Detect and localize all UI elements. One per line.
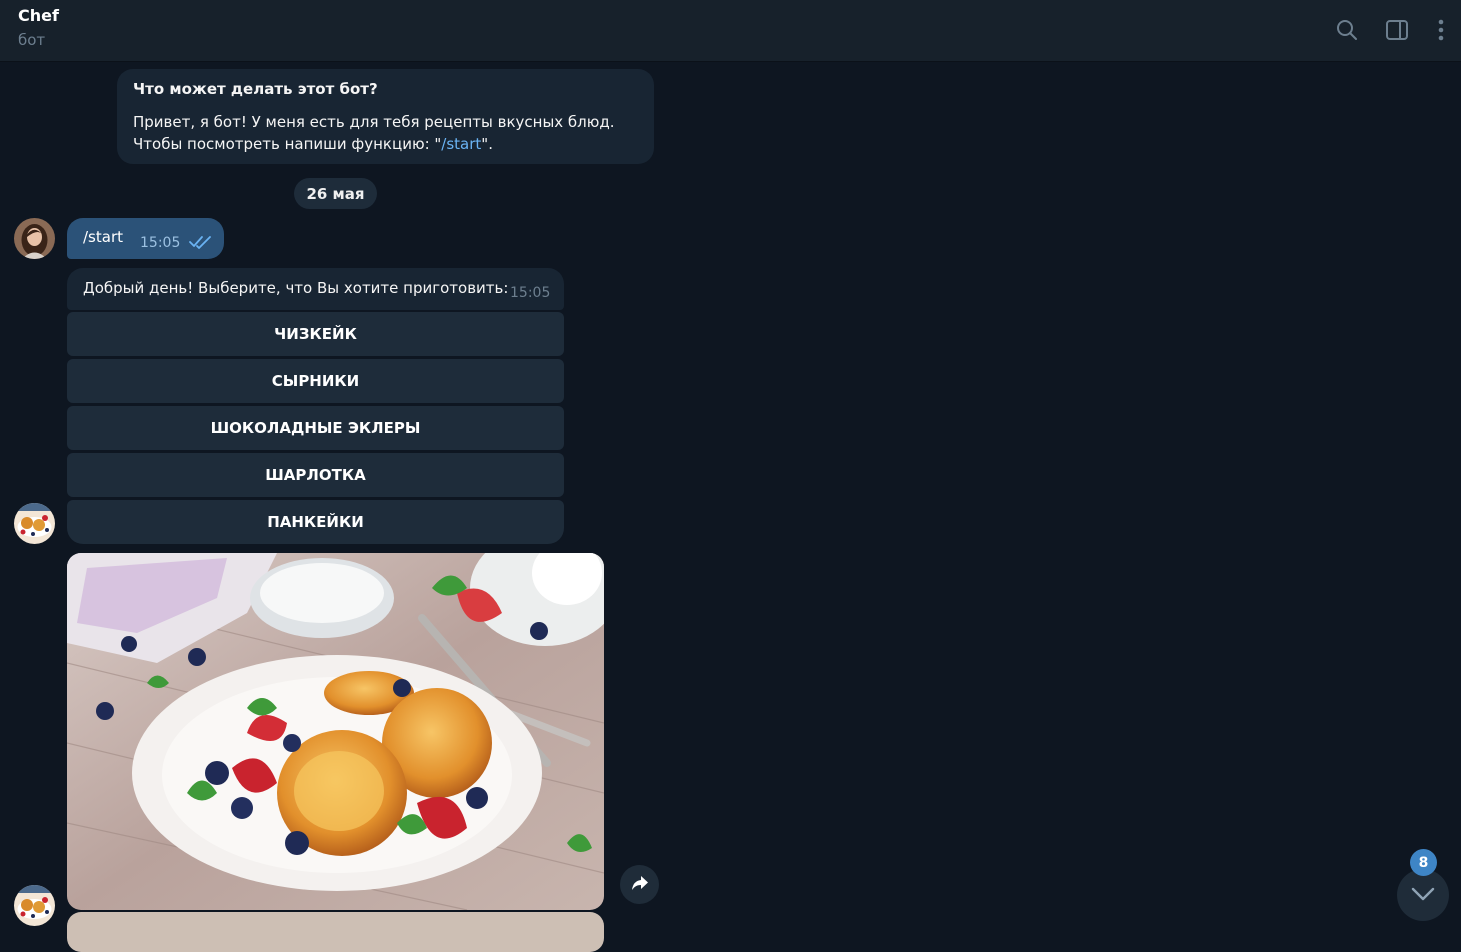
forward-button[interactable] bbox=[620, 865, 659, 904]
scroll-down-button[interactable] bbox=[1397, 869, 1449, 921]
unread-count-badge: 8 bbox=[1410, 849, 1437, 876]
double-check-icon bbox=[189, 234, 213, 253]
keyboard-button-eclairs[interactable]: ШОКОЛАДНЫЕ ЭКЛЕРЫ bbox=[67, 406, 564, 450]
date-separator: 26 мая bbox=[294, 178, 377, 209]
user-avatar[interactable] bbox=[14, 218, 55, 259]
chat-subtitle: бот bbox=[18, 31, 46, 49]
chat-title[interactable]: Chef bbox=[18, 6, 59, 25]
next-photo[interactable] bbox=[67, 912, 604, 952]
message-text: Добрый день! Выберите, что Вы хотите при… bbox=[83, 279, 509, 297]
incoming-message[interactable]: Добрый день! Выберите, что Вы хотите при… bbox=[67, 268, 564, 310]
search-icon[interactable] bbox=[1333, 16, 1361, 44]
more-vertical-icon[interactable] bbox=[1427, 16, 1455, 44]
bot-info-title: Что может делать этот бот? bbox=[133, 80, 378, 98]
message-time: 15:05 bbox=[510, 285, 551, 301]
outgoing-message[interactable]: /start 15:05 bbox=[67, 218, 224, 259]
keyboard-button-syrniki[interactable]: СЫРНИКИ bbox=[67, 359, 564, 403]
bot-info-description: Привет, я бот! У меня есть для тебя реце… bbox=[133, 111, 643, 155]
bot-info-prefix: Чтобы посмотреть напиши функцию: " bbox=[133, 135, 442, 153]
keyboard-button-pancakes[interactable]: ПАНКЕЙКИ bbox=[67, 500, 564, 544]
start-command-link[interactable]: /start bbox=[441, 135, 481, 153]
chevron-down-icon bbox=[1411, 886, 1435, 905]
syrniki-photo[interactable] bbox=[67, 553, 604, 910]
forward-arrow-icon bbox=[631, 875, 649, 895]
message-text: /start bbox=[83, 228, 123, 246]
sidebar-toggle-icon[interactable] bbox=[1383, 16, 1411, 44]
keyboard-button-sharlotka[interactable]: ШАРЛОТКА bbox=[67, 453, 564, 497]
bot-info-suffix: ". bbox=[481, 135, 493, 153]
bot-info-line-command: Чтобы посмотреть напиши функцию: "/start… bbox=[133, 133, 643, 155]
keyboard-button-cheesecake[interactable]: ЧИЗКЕЙК bbox=[67, 312, 564, 356]
bot-avatar[interactable] bbox=[14, 885, 55, 926]
chat-header: Chef бот bbox=[0, 0, 1461, 62]
bot-info-card: Что может делать этот бот? Привет, я бот… bbox=[117, 69, 654, 164]
bot-info-line: Привет, я бот! У меня есть для тебя реце… bbox=[133, 113, 615, 131]
message-time: 15:05 bbox=[140, 235, 181, 251]
bot-avatar[interactable] bbox=[14, 503, 55, 544]
